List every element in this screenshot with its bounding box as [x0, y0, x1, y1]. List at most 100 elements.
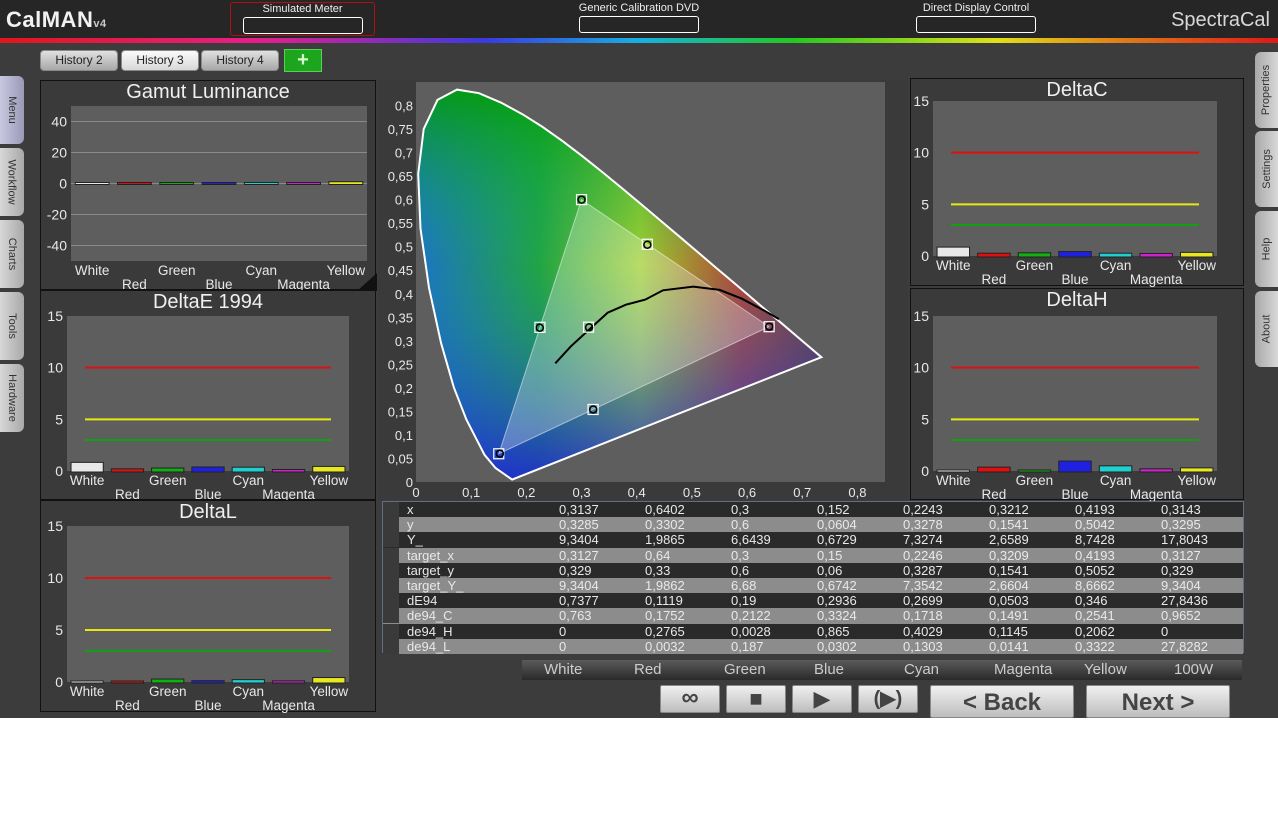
x-tick-label: 0,3	[572, 485, 590, 500]
table-cell: 0,2699	[903, 593, 943, 609]
x-tick-label: White	[70, 684, 105, 699]
right-tab-properties[interactable]: Properties	[1255, 52, 1278, 128]
bar	[1058, 251, 1092, 258]
column-header[interactable]: Cyan	[904, 661, 939, 678]
bar	[117, 182, 152, 185]
y-tick-label: 5	[55, 411, 63, 427]
bar	[1098, 465, 1133, 473]
y-tick-label: 0,55	[388, 216, 413, 231]
table-cell: 0,865	[817, 623, 850, 639]
right-tab-help[interactable]: Help	[1255, 211, 1278, 287]
column-header[interactable]: White	[544, 661, 582, 678]
column-header[interactable]: 100W	[1174, 661, 1213, 678]
x-tick-label: 0,8	[848, 485, 866, 500]
table-cell: 2,6604	[989, 578, 1029, 593]
table-cell: 0,2541	[1075, 608, 1115, 624]
add-history-button[interactable]: +	[284, 49, 322, 72]
device-source-dvd[interactable]: Generic Calibration DVD	[578, 2, 700, 36]
column-header[interactable]: Yellow	[1084, 661, 1127, 678]
bar	[328, 181, 364, 185]
column-header[interactable]: Green	[724, 661, 766, 678]
next-button[interactable]: Next >	[1086, 685, 1230, 718]
right-tab-settings[interactable]: Settings	[1255, 131, 1278, 207]
table-cell: 8,6662	[1075, 578, 1115, 593]
y-tick-label: 5	[921, 411, 929, 427]
device-display-control[interactable]: Direct Display Control	[915, 2, 1037, 36]
y-tick-label: 10	[47, 360, 63, 376]
table-cell: 0,6	[731, 562, 750, 578]
top-bar: CalMANv4 Simulated Meter Generic Calibra…	[0, 0, 1278, 38]
stop-button[interactable]: ■	[726, 685, 786, 713]
y-tick-label: 0,75	[388, 122, 413, 137]
y-tick-label: 0,1	[395, 428, 413, 443]
y-tick-label: 15	[47, 308, 63, 324]
row-label: target_x	[407, 547, 454, 563]
y-tick-label: 5	[55, 622, 63, 638]
column-header[interactable]: Magenta	[994, 661, 1052, 678]
y-tick-label: 0,3	[395, 334, 413, 349]
bar	[1098, 252, 1133, 258]
y-tick-label: 0	[921, 463, 929, 479]
x-tick-label: Yellow	[327, 263, 366, 278]
gamut-luminance-chart: 40200-20-40WhiteRedGreenBlueCyanMagentaY…	[47, 106, 377, 292]
table-cell: 0,3287	[903, 562, 943, 578]
table-cell: 0	[559, 623, 567, 639]
loop-button[interactable]: ∞	[660, 685, 720, 713]
bar	[1058, 460, 1092, 473]
row-header-cell	[383, 502, 399, 517]
table-cell: 0,6742	[817, 578, 857, 593]
row-label: dE94	[407, 593, 438, 609]
table-cell: 0,0028	[731, 623, 771, 639]
x-tick-label: Green	[158, 263, 196, 278]
y-tick-label: 20	[51, 145, 67, 161]
left-tab-tools[interactable]: Tools	[0, 292, 24, 360]
table-cell: 0,2765	[645, 623, 685, 639]
x-tick-label: Yellow	[310, 473, 349, 488]
history-tab-4[interactable]: History 4	[201, 50, 279, 71]
table-cell: 6,68	[731, 578, 757, 593]
table-cell: 0,5052	[1075, 562, 1115, 578]
history-tab-2[interactable]: History 2	[40, 50, 118, 71]
bar	[936, 469, 971, 473]
y-tick-label: 0	[55, 463, 63, 479]
table-cell: 0,0503	[989, 593, 1029, 609]
y-tick-label: 15	[47, 518, 63, 534]
device-simulated-meter[interactable]: Simulated Meter	[230, 2, 375, 36]
y-tick-label: 0,15	[388, 404, 413, 419]
row-header-cell	[383, 608, 399, 624]
play-next-button[interactable]: (▶)	[858, 685, 918, 713]
y-tick-label: 5	[921, 196, 929, 212]
table-row: dE94 0,7377 0,1119 0,19 0,2936 0,2699 0,0503 0,…	[383, 593, 1243, 609]
table-cell: 0,4029	[903, 623, 943, 639]
table-cell: 0,0604	[817, 517, 857, 533]
play-button[interactable]: ▶	[792, 685, 852, 713]
table-cell: 0,4193	[1075, 502, 1115, 517]
row-label: target_y	[407, 562, 454, 578]
bar	[70, 680, 104, 684]
row-label: de94_L	[407, 638, 451, 654]
back-button[interactable]: < Back	[930, 685, 1074, 718]
row-label: Y_	[407, 532, 423, 548]
delta-l-panel: DeltaL 15 10 5 0 White Red Green Blue Cyan Magent…	[40, 500, 376, 713]
bar	[286, 182, 321, 185]
column-header[interactable]: Red	[634, 661, 662, 678]
x-tick-label: White	[70, 473, 105, 488]
left-tab-hardware[interactable]: Hardware	[0, 364, 24, 432]
left-tab-workflow[interactable]: Workflow	[0, 148, 24, 216]
column-header[interactable]: Blue	[814, 661, 844, 678]
table-cell: 0,3212	[989, 502, 1029, 517]
left-tab-charts[interactable]: Charts	[0, 220, 24, 288]
left-tab-menu[interactable]: Menu	[0, 76, 24, 144]
device-label: Simulated Meter	[262, 3, 343, 15]
table-cell: 0,0302	[817, 638, 857, 654]
right-tab-about[interactable]: About	[1255, 291, 1278, 367]
history-tab-3[interactable]: History 3	[121, 50, 199, 71]
table-cell: 0,6	[731, 517, 750, 533]
row-header-cell	[383, 593, 399, 609]
table-cell: 0,3127	[1161, 547, 1201, 563]
calman-logo: CalMANv4	[6, 7, 107, 32]
y-tick-label: 0,2	[395, 381, 413, 396]
table-cell: 0,3137	[559, 502, 599, 517]
table-cell: 0,1752	[645, 608, 685, 624]
y-tick-label: -20	[47, 207, 67, 223]
